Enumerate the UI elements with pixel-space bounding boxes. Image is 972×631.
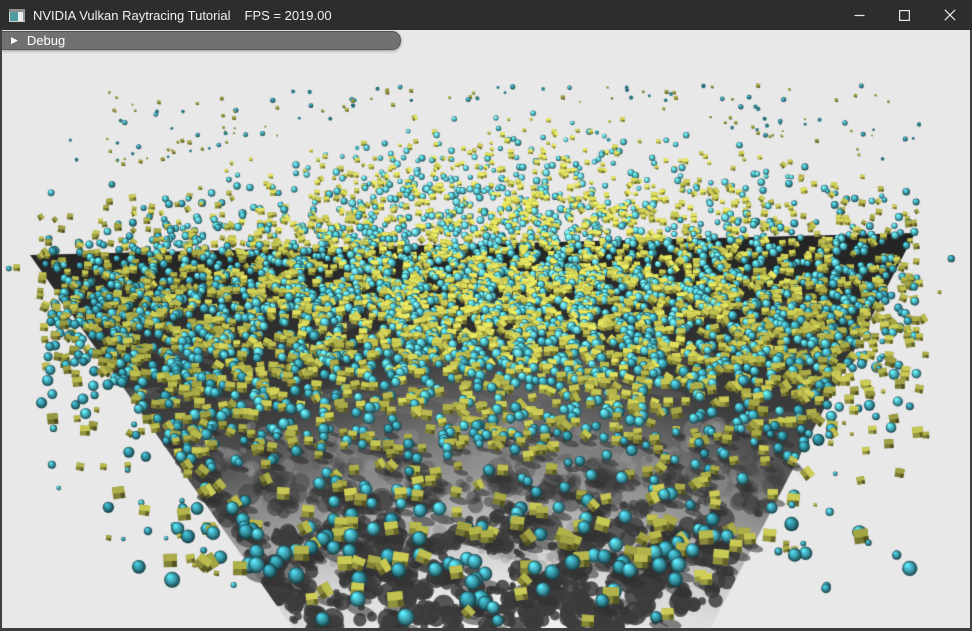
- titlebar[interactable]: NVIDIA Vulkan Raytracing Tutorial FPS = …: [0, 0, 972, 30]
- debug-header-label: Debug: [27, 34, 65, 47]
- minimize-button[interactable]: [837, 0, 882, 30]
- maximize-icon: [899, 10, 910, 21]
- app-icon: [9, 9, 25, 22]
- window-controls: [837, 0, 972, 30]
- viewport-container: ▶ Debug: [2, 30, 970, 628]
- collapse-arrow-icon: ▶: [11, 36, 18, 45]
- close-button[interactable]: [927, 0, 972, 30]
- debug-collapsing-header[interactable]: ▶ Debug: [2, 31, 401, 50]
- close-icon: [944, 9, 956, 21]
- fps-counter: FPS = 2019.00: [245, 8, 332, 23]
- window-title: NVIDIA Vulkan Raytracing Tutorial: [33, 8, 231, 23]
- maximize-button[interactable]: [882, 0, 927, 30]
- minimize-icon: [854, 10, 865, 21]
- raytraced-viewport[interactable]: [2, 30, 970, 628]
- app-window: NVIDIA Vulkan Raytracing Tutorial FPS = …: [0, 0, 972, 631]
